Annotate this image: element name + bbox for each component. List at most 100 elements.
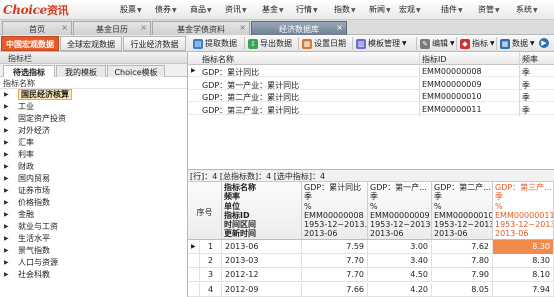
- tree-item[interactable]: ▶ 利率: [0, 149, 187, 161]
- extract-data-button[interactable]: ▤ 提取数据: [193, 38, 237, 49]
- value-cell[interactable]: 7.66: [302, 282, 368, 297]
- table-row[interactable]: GDP：第一产业：累计同比 EMM00000009 季: [188, 78, 554, 90]
- value-cell[interactable]: 4.20: [368, 282, 432, 297]
- menu-item-3[interactable]: 资讯▼: [225, 4, 247, 15]
- expand-icon[interactable]: ▶: [4, 245, 9, 257]
- series-column-header[interactable]: GDP：第一产... 季% EMM00000009 1953-12~2013... 20…: [368, 182, 432, 240]
- value-cell[interactable]: 7.70: [302, 254, 368, 269]
- tree-item[interactable]: ▶ 财政: [0, 161, 187, 173]
- menu-item-2[interactable]: 商品▼: [190, 4, 212, 15]
- value-cell[interactable]: 7.94: [493, 282, 554, 297]
- tab-pending-indicators[interactable]: 待选指标: [3, 65, 55, 77]
- series-column-header[interactable]: GDP：第二产...季%EMM000000101953-12~2013...20…: [432, 182, 493, 240]
- tree-item[interactable]: ▶ 对外经济: [0, 125, 187, 137]
- table-row[interactable]: ▶ GDP：累计同比 EMM00000008 季: [188, 65, 554, 77]
- tree-item[interactable]: ▶ 金融: [0, 209, 187, 221]
- data-button[interactable]: ▦ 数据 ▼: [500, 38, 535, 49]
- edit-button[interactable]: ✎ 编辑 ▼: [420, 38, 455, 49]
- doc-tab-home[interactable]: 首页 ×: [2, 21, 72, 35]
- tab-industry-data[interactable]: 行业经济数据: [123, 36, 186, 51]
- table-row[interactable]: 2 2013-03 7.70 3.40 7.80 8.30: [188, 254, 554, 269]
- tab-global-macro[interactable]: 全球宏观数据: [60, 36, 122, 51]
- expand-icon[interactable]: ▶: [4, 257, 9, 269]
- tree-item[interactable]: ▶ 工业: [0, 101, 187, 113]
- menu-item-5[interactable]: 行情▼: [296, 4, 318, 15]
- expand-icon[interactable]: ▶: [4, 221, 9, 233]
- close-icon[interactable]: ×: [336, 23, 343, 32]
- expand-icon[interactable]: ▶: [4, 173, 9, 185]
- tree-item[interactable]: ▶ 人口与资源: [0, 257, 187, 269]
- menu-item-6[interactable]: 指数▼: [334, 4, 356, 15]
- menu-item-10[interactable]: 资管▼: [478, 4, 500, 15]
- expand-icon[interactable]: ▶: [4, 269, 9, 281]
- close-icon[interactable]: ×: [239, 23, 246, 32]
- expand-icon[interactable]: ▶: [4, 89, 9, 101]
- expand-icon[interactable]: ▶: [4, 113, 9, 125]
- menu-item-0[interactable]: 股票▼: [120, 4, 142, 15]
- table-row[interactable]: ▶ 1 2013-06 7.59 3.00 7.62 8.30: [188, 240, 554, 254]
- tab-china-macro[interactable]: 中国宏观数据: [1, 36, 59, 51]
- tree-item[interactable]: ▶ 社会科教: [0, 269, 187, 281]
- value-cell[interactable]: 3.40: [368, 254, 432, 269]
- menu-item-8[interactable]: 宏观▼: [399, 4, 421, 15]
- value-cell[interactable]: 7.80: [432, 254, 493, 269]
- value-cell[interactable]: 4.50: [368, 268, 432, 283]
- template-manage-button[interactable]: ▥ 模板管理 ▼: [356, 38, 407, 49]
- value-cell[interactable]: 3.00: [368, 240, 432, 254]
- menu-item-11[interactable]: 系统▼: [516, 4, 538, 15]
- table-row[interactable]: GDP：第二产业：累计同比 EMM00000010 季: [188, 90, 554, 102]
- tree-item[interactable]: ▶ 国内贸易: [0, 173, 187, 185]
- more-button[interactable]: ▶: [539, 38, 551, 48]
- indicator-button[interactable]: ◆ 指标 ▼: [460, 38, 495, 49]
- expand-icon[interactable]: ▶: [4, 101, 9, 113]
- value-cell[interactable]: 7.62: [432, 240, 493, 254]
- expand-icon[interactable]: ▶: [4, 137, 9, 149]
- value-cell[interactable]: 8.05: [432, 282, 493, 297]
- set-date-button[interactable]: ▦ 设置日期: [302, 38, 346, 49]
- export-data-button[interactable]: ⇩ 导出数据: [248, 38, 292, 49]
- tree-item[interactable]: ▶ 就业与工资: [0, 221, 187, 233]
- tree-item[interactable]: ▶ 汇率: [0, 137, 187, 149]
- tree-item[interactable]: ▶ 景气指数: [0, 245, 187, 257]
- menu-item-7[interactable]: 新闻▼: [369, 4, 391, 15]
- col-indicator-name[interactable]: 指标名称: [202, 54, 234, 65]
- value-cell[interactable]: 8.10: [493, 268, 554, 283]
- value-cell[interactable]: 8.30: [493, 240, 554, 254]
- value-cell[interactable]: 7.59: [302, 240, 368, 254]
- close-icon[interactable]: ×: [140, 23, 147, 32]
- table-row[interactable]: 4 2012-09 7.66 4.20 8.05 7.94: [188, 282, 554, 297]
- table-row[interactable]: 3 2012-12 7.70 4.50 7.90 8.10: [188, 268, 554, 283]
- expand-icon[interactable]: ▶: [4, 149, 9, 161]
- tab-my-templates[interactable]: 我的模板: [56, 65, 106, 77]
- expand-icon[interactable]: ▶: [4, 185, 9, 197]
- tree-item[interactable]: ▶ 证券市场: [0, 185, 187, 197]
- value-cell[interactable]: 7.70: [302, 268, 368, 283]
- expand-icon[interactable]: ▶: [4, 197, 9, 209]
- tree-item[interactable]: ▶ 固定资产投资: [0, 113, 187, 125]
- col-indicator-id[interactable]: 指标ID: [422, 54, 447, 65]
- tree-item[interactable]: ▶ 生活水平: [0, 233, 187, 245]
- doc-tab-fund-calendar[interactable]: 基金日历 ×: [73, 21, 151, 35]
- menu-item-1[interactable]: 债券▼: [155, 4, 177, 15]
- doc-tab-economic-db[interactable]: 经济数据库 ×: [251, 21, 347, 35]
- expand-icon[interactable]: ▶: [4, 209, 9, 221]
- value-cell[interactable]: 8.30: [493, 254, 554, 269]
- close-icon[interactable]: ×: [61, 23, 68, 32]
- tab-choice-templates[interactable]: Choice模板: [107, 65, 165, 77]
- value-cell[interactable]: 7.90: [432, 268, 493, 283]
- col-frequency[interactable]: 频率: [522, 54, 538, 65]
- menu-item-4[interactable]: 基金▼: [262, 4, 284, 15]
- cell-freq: 季: [522, 93, 530, 102]
- tree-item[interactable]: ▶ 价格指数: [0, 197, 187, 209]
- doc-tab-fund-data[interactable]: 基金学债资料 ×: [152, 21, 250, 35]
- expand-icon[interactable]: ▶: [4, 125, 9, 137]
- menu-item-9[interactable]: 插件▼: [441, 4, 463, 15]
- expand-icon[interactable]: ▶: [4, 161, 9, 173]
- series-column-header[interactable]: GDP：第三产...季%EMM000000111953-12~2013...20…: [493, 182, 554, 240]
- series-updated: 2013-06: [304, 229, 338, 239]
- expand-icon[interactable]: ▶: [4, 233, 9, 245]
- chevron-down-icon: ▼: [495, 7, 500, 14]
- tree-item[interactable]: ▶ 国民经济核算: [0, 89, 187, 101]
- series-column-header[interactable]: GDP：累计同比季% EMM00000008 1953-12~2013... 2013…: [302, 182, 368, 240]
- table-row[interactable]: GDP：第三产业：累计同比 EMM00000011 季: [188, 103, 554, 115]
